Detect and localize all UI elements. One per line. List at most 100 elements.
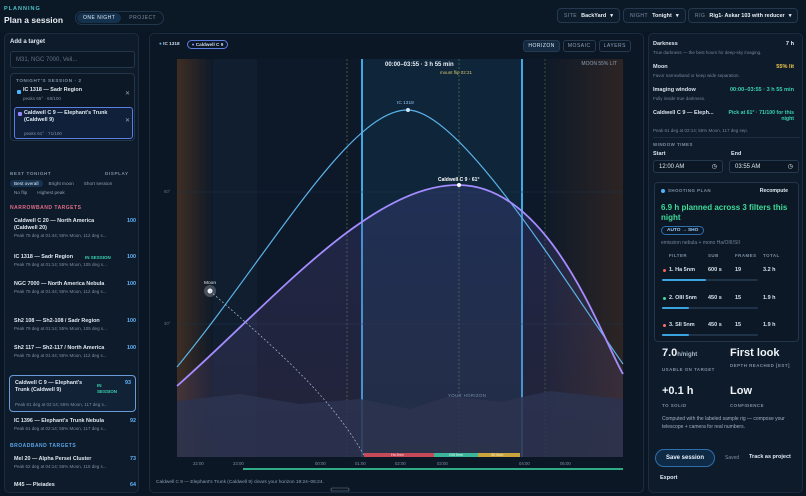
target-sub: Peak 79 deg at 01:14; 55% Moon, 105 deg … [14,262,107,267]
color-swatch [18,112,22,116]
mode-one-night[interactable]: ONE NIGHT [77,13,122,23]
target-sub: Peak 75 deg at 01:44; 55% Moon, 112 deg … [14,353,107,358]
filter-chip[interactable]: Best overall [10,180,43,187]
target-row[interactable]: NGC 7000 — North America Nebula Peak 75 d… [14,281,136,294]
filter-name: 3. SII 5nm [669,322,695,328]
hour-tick: 05:00 [560,461,571,466]
filter-color-dot [663,297,666,300]
search-input[interactable]: M31, NGC 7000, Veil... [10,51,135,68]
filter-chip[interactable]: Bright moon [45,180,78,187]
filter-progress [662,334,758,336]
in-session-badge: IN SESSION [97,383,118,394]
window-times-header: WINDOW TIMES [653,142,693,147]
plan-dot-icon [661,189,665,193]
col-filter: FILTER [669,253,688,258]
filter-chip[interactable]: No flip [10,189,31,196]
window-readout: 00:00–03:55 · 3 h 55 min [385,62,454,68]
target-sub: Peak 52 deg at 04:14; 55% Moon, 115 deg … [14,464,107,469]
night-select[interactable]: NIGHT Tonight ▾ [623,8,686,23]
close-icon[interactable]: ✕ [125,90,130,97]
track-project-button[interactable]: Track as project [749,454,791,460]
col-frames: FRAMES [735,253,757,258]
target-sub: Peak 79 deg at 01:14; 55% Moon, 105 deg … [14,326,107,331]
rig-select[interactable]: RIG Rig1- Askar 103 with reducer ▾ [688,8,799,23]
filter-name: 1. Ha 5nm [669,267,695,273]
target-row-selected[interactable]: Caldwell C 9 — Elephant's Trunk (Caldwel… [9,375,136,412]
target-name: NGC 7000 — North America Nebula [14,281,105,287]
save-session-button[interactable]: Save session [655,449,715,467]
plan-subtitle: emission nebula + mono Ha/OIII/SII [661,240,741,246]
filter-total: 3.2 h [763,267,776,273]
ic1318-peak [406,108,410,112]
export-button[interactable]: Export [660,475,677,481]
filter-progress-fill [662,279,707,281]
target-row[interactable]: Sh2 108 — Sh2-108 / Sadr Region Peak 79 d… [14,318,136,331]
end-time-input[interactable]: 03:55 AM ◷ [729,160,799,173]
filter-color-dot [663,324,666,327]
plan-row[interactable]: 2. OIII 5nm 450 s 15 1.9 h [655,293,800,315]
target-row[interactable]: M45 — Pleiades 64 [14,482,136,489]
filter-total: 1.9 h [763,295,776,301]
plan-row[interactable]: 3. SII 5nm 450 s 15 1.9 h [655,320,800,342]
target-name: Sh2 108 — Sh2-108 / Sadr Region [14,318,100,324]
plan-title: 6.9 h planned across 3 filters this nigh… [661,203,788,222]
target-row[interactable]: IC 1396 — Elephant's Trunk Nebula Peak 61… [14,418,136,431]
flip-readout: mount flip 02:21 [440,70,473,75]
moon-sub: Favor narrowband or keep wide separation… [653,73,740,78]
resize-handle[interactable] [330,487,350,492]
shooting-plan-card: SHOOTING PLAN Recompute 6.9 h planned ac… [654,182,799,342]
add-target-label: Add a target [10,39,46,45]
filter-frames: 15 [735,322,742,328]
color-swatch [17,90,21,94]
best-tonight-header: BEST TONIGHT [10,171,52,176]
filter-chip[interactable]: Short session [80,180,116,187]
end-label: End [731,151,742,157]
clock-icon: ◷ [787,164,793,170]
session-item-active[interactable]: Caldwell C 9 — Elephant's Trunk (Caldwel… [14,107,133,139]
imaging-window-value: 00:00–03:55 · 3 h 55 min [729,87,794,93]
target-name: IC 1318 — Sadr Region [14,254,74,260]
target-summary-sub: Peak 61 deg at 02:14; 55% Moon, 117 deg … [653,128,748,133]
target-name: Caldwell C 9 — Elephant's Trunk (Caldwel… [15,380,83,393]
target-score: 100 [127,254,136,260]
usable-label: USABLE ON TARGET [662,367,715,372]
plan-row[interactable]: 1. Ha 5nm 600 s 19 3.2 h [655,265,800,287]
session-item-name: Caldwell C 9 — Elephant's Trunk (Caldwel… [24,110,108,123]
target-score: 64 [130,482,136,488]
darkness-value: 7 h [785,41,794,47]
in-session-badge: IN SESSION [85,255,111,260]
site-select[interactable]: SITE BackYard ▾ [557,8,620,23]
mode-project[interactable]: PROJECT [123,13,162,23]
target-row[interactable]: Caldwell C 20 — North America (Caldwell … [14,218,136,238]
recompute-button[interactable]: Recompute [760,188,788,194]
filter-sub: 600 s [708,267,722,273]
hour-tick: 22:00 [193,461,204,466]
hour-tick: 23:00 [233,461,244,466]
target-row[interactable]: Sh2 117 — Sh2-117 / North America Peak 75… [14,345,136,358]
hour-tick: 01:00 [355,461,366,466]
seg-label-oiii: OIII 5nm [449,453,463,457]
target-score: 100 [127,318,136,324]
hour-tick: 00:00 [315,461,326,466]
page-kicker: PLANNING [4,6,41,12]
session-box: TONIGHT'S SESSION · 2 IC 1318 — Sadr Reg… [10,73,135,141]
session-item[interactable]: IC 1318 — Sadr Region peaks 65° · 68/100… [16,87,130,104]
confidence-label: CONFIDENCE [730,403,765,408]
imaging-window-sub: Fully inside true darkness. [653,96,706,101]
darkness-label: Darkness [653,41,678,47]
start-time-input[interactable]: 12:00 AM ◷ [653,160,723,173]
target-score: 100 [127,345,136,351]
session-item-name: IC 1318 — Sadr Region [23,87,83,93]
target-sub: Peak 61 deg at 02:14; 55% Moon, 117 deg … [14,426,107,431]
target-row[interactable]: Mel 20 — Alpha Persei Cluster Peak 52 deg… [14,456,136,469]
moon-lit-readout: MOON 55% LIT [581,61,617,67]
horizon-label: YOUR HORIZON [448,393,487,398]
moon-value: 55% lit [776,64,794,70]
close-icon[interactable]: ✕ [125,117,130,124]
darkness-sub: True darkness — the best hours for deep-… [653,50,762,55]
target-row[interactable]: IC 1318 — Sadr Region IN SESSION Peak 79 d… [14,254,136,267]
auto-sho-toggle[interactable]: AUTO → SHO [661,226,705,235]
seg-label-ha: Ha 5nm [391,453,404,457]
filter-chip[interactable]: Highest peak [33,189,68,196]
session-summary-panel: Darkness True darkness — the best hours … [648,33,803,493]
